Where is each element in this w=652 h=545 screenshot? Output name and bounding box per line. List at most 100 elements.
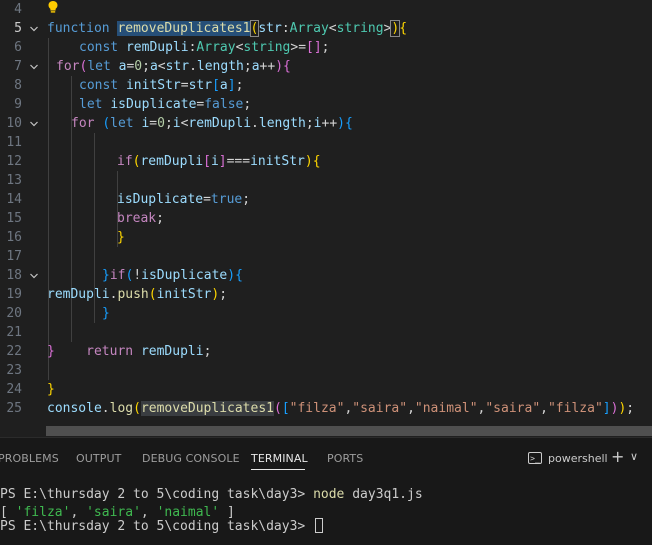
- code-token: "filza": [547, 401, 603, 416]
- tab-ports[interactable]: PORTS: [327, 452, 363, 465]
- tab-problems[interactable]: PROBLEMS: [0, 452, 59, 465]
- code-token: a: [251, 59, 260, 74]
- code-token: ;: [243, 59, 252, 74]
- code-token: remDupli: [47, 287, 110, 302]
- terminal-selector[interactable]: >_ powershell: [528, 448, 608, 468]
- code-token: "saira": [485, 401, 541, 416]
- code-token: "filza": [289, 401, 345, 416]
- line-number: 7: [14, 59, 22, 74]
- code-line[interactable]: 9 let isDuplicate=false;: [0, 95, 652, 114]
- active-tab-indicator: [251, 469, 305, 470]
- code-token: str: [165, 59, 190, 74]
- code-line[interactable]: 21: [0, 323, 652, 342]
- code-text: let isDuplicate=false;: [79, 95, 251, 114]
- code-text: function removeDuplicates1(str:Array<str…: [47, 19, 407, 38]
- line-number: 11: [6, 135, 22, 150]
- code-token: isDuplicate: [141, 268, 228, 283]
- code-token: ): [275, 59, 284, 74]
- code-text: }: [47, 380, 55, 399]
- code-token: i: [172, 116, 181, 131]
- code-line[interactable]: 22} return remDupli;: [0, 342, 652, 361]
- terminal-icon: >_: [528, 452, 542, 464]
- code-line[interactable]: 14 isDuplicate=true;: [0, 190, 652, 209]
- fold-chevron-icon[interactable]: [27, 19, 41, 38]
- code-line[interactable]: 23: [0, 361, 652, 380]
- tab-debug-console[interactable]: DEBUG CONSOLE: [142, 452, 240, 465]
- code-token: let: [79, 97, 111, 112]
- code-token: remDupli: [188, 116, 252, 131]
- code-token: ;: [156, 211, 164, 226]
- terminal-line-prompt[interactable]: PS E:\thursday 2 to 5\coding task\day3>: [0, 518, 324, 536]
- code-line[interactable]: 19 remDupli.push(initStr);: [0, 285, 652, 304]
- code-token: string: [243, 40, 291, 55]
- code-text: }: [117, 228, 125, 247]
- code-token: ;: [142, 59, 150, 74]
- code-line[interactable]: 6 const remDupli:Array<string>=[];: [0, 38, 652, 57]
- code-token: []: [306, 40, 322, 55]
- code-token: =: [203, 192, 211, 207]
- new-terminal-button[interactable]: +: [611, 447, 624, 466]
- code-line[interactable]: 16}: [0, 228, 652, 247]
- code-token: 0: [157, 116, 165, 131]
- tab-output[interactable]: OUTPUT: [76, 452, 121, 465]
- code-token: Array: [289, 21, 329, 36]
- code-token: ;: [235, 78, 244, 93]
- code-token: str: [188, 78, 213, 93]
- code-token: true: [210, 192, 243, 207]
- tab-terminal[interactable]: TERMINAL: [251, 452, 308, 465]
- code-token: log: [109, 401, 134, 416]
- code-token: if: [117, 154, 133, 169]
- code-token: }: [47, 382, 55, 397]
- code-line[interactable]: 4: [0, 0, 652, 19]
- fold-chevron-icon[interactable]: [27, 266, 41, 285]
- code-token: ): [304, 154, 313, 169]
- code-line[interactable]: 12 if(remDupli[i]===initStr){: [0, 152, 652, 171]
- code-token: a: [219, 78, 228, 93]
- horizontal-scrollbar[interactable]: [46, 426, 652, 436]
- code-token: 0: [134, 59, 143, 74]
- code-line[interactable]: 5 function removeDuplicates1(str:Array<st…: [0, 19, 652, 38]
- code-token: (: [102, 116, 111, 131]
- code-token: {: [344, 116, 353, 131]
- code-line[interactable]: 25 console.log(removeDuplicates1(["filza"…: [0, 399, 652, 418]
- code-line[interactable]: 7 for(let a=0;a<str.length;a++){: [0, 57, 652, 76]
- code-line[interactable]: 13: [0, 171, 652, 190]
- code-token: ,: [540, 401, 548, 416]
- fold-chevron-icon[interactable]: [27, 114, 41, 133]
- code-token: initStr: [125, 78, 181, 93]
- code-line[interactable]: 18}if(!isDuplicate){: [0, 266, 652, 285]
- code-line[interactable]: 20}: [0, 304, 652, 323]
- code-text: break;: [117, 209, 164, 228]
- terminal-line-command: PS E:\thursday 2 to 5\coding task\day3> …: [0, 486, 423, 504]
- code-token: "saira": [352, 401, 408, 416]
- code-token: console: [47, 401, 102, 416]
- code-token: return: [86, 344, 141, 359]
- code-line[interactable]: 8 const initStr=str[a];: [0, 76, 652, 95]
- code-text: }if(!isDuplicate){: [102, 266, 243, 285]
- fold-chevron-icon[interactable]: [27, 57, 41, 76]
- code-token: ++: [321, 116, 338, 131]
- terminal-name: powershell: [548, 451, 608, 465]
- code-line[interactable]: 10 for (let i=0;i<remDupli.length;i++){: [0, 114, 652, 133]
- code-token: string: [336, 21, 384, 36]
- code-token: ;: [242, 192, 251, 207]
- code-line[interactable]: 15 break;: [0, 209, 652, 228]
- code-line[interactable]: 24}: [0, 380, 652, 399]
- code-token: let: [110, 116, 142, 131]
- code-token: removeDuplicates1: [140, 401, 274, 416]
- code-token: (: [133, 401, 141, 416]
- terminal-prompt: PS E:\thursday 2 to 5\coding task\day3>: [0, 487, 314, 502]
- chevron-down-icon[interactable]: ∨: [630, 450, 638, 463]
- line-number: 9: [14, 97, 22, 112]
- code-token: const: [79, 40, 126, 55]
- code-token: false: [204, 97, 244, 112]
- code-editor[interactable]: 4 5 function removeDuplicates1(str:Array<s…: [0, 0, 652, 436]
- code-token: let: [87, 59, 119, 74]
- code-token: }: [47, 344, 55, 359]
- code-token: {: [399, 21, 408, 36]
- code-line[interactable]: 11: [0, 133, 652, 152]
- code-token: break: [117, 211, 157, 226]
- code-text: if(remDupli[i]===initStr){: [117, 152, 321, 171]
- code-line[interactable]: 17: [0, 247, 652, 266]
